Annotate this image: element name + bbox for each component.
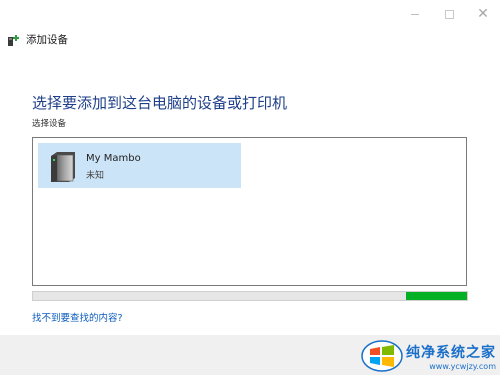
title-bar: 添加设备	[7, 32, 68, 47]
device-list[interactable]: My Mambo 未知	[32, 137, 467, 286]
add-device-icon	[8, 34, 19, 46]
search-progress-bar	[32, 291, 468, 301]
device-item-my-mambo[interactable]: My Mambo 未知	[38, 143, 241, 188]
windows-logo-icon	[361, 340, 403, 372]
device-tower-icon	[51, 152, 75, 182]
add-device-window: ✕ 添加设备 选择要添加到这台电脑的设备或打印机 选择设备 My Mambo 未…	[0, 0, 500, 375]
maximize-icon	[444, 9, 454, 19]
maximize-button[interactable]	[432, 0, 466, 28]
window-title: 添加设备	[26, 34, 68, 46]
watermark-title: 纯净系统之家	[406, 344, 496, 361]
device-list-label: 选择设备	[32, 119, 67, 129]
watermark: 纯净系统之家 www.ycwjzy.com	[361, 339, 496, 373]
minimize-icon	[411, 13, 419, 15]
device-status: 未知	[86, 171, 105, 181]
close-button[interactable]: ✕	[466, 0, 500, 28]
watermark-url: www.ycwjzy.com	[429, 361, 496, 371]
close-icon: ✕	[477, 6, 489, 22]
device-name: My Mambo	[86, 153, 141, 164]
search-progress-indicator	[406, 292, 467, 300]
help-link[interactable]: 找不到要查找的内容?	[32, 310, 123, 324]
minimize-button[interactable]	[398, 0, 432, 28]
page-heading: 选择要添加到这台电脑的设备或打印机	[32, 94, 288, 112]
watermark-text: 纯净系统之家 www.ycwjzy.com	[406, 342, 496, 371]
window-caption-buttons: ✕	[398, 0, 500, 28]
